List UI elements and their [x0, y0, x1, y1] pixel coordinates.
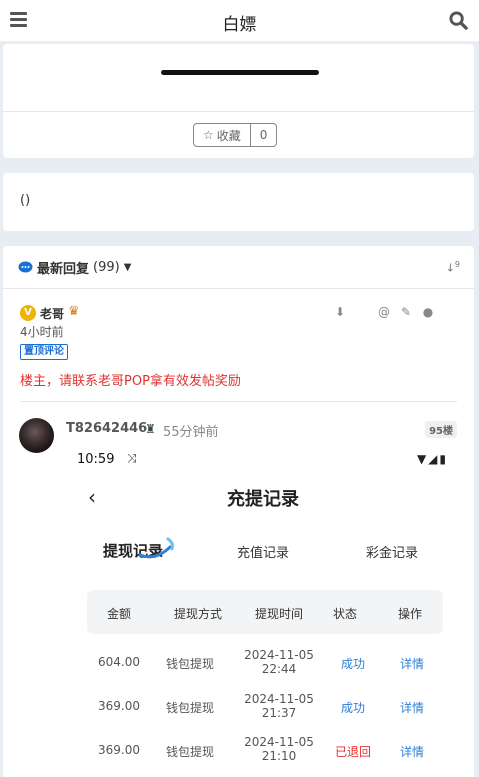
- reply-text: 楼主，请联系老哥POP拿有效发帖奖励: [20, 374, 241, 389]
- row-method: 钱包提现: [166, 745, 215, 759]
- table-row: 604.00 钱包提现 2024-11-05 22:44 成功 详情: [66, 648, 460, 688]
- row-date: 2024-11-05: [244, 648, 314, 662]
- replies-card: 最新回复 (99) ▼ ↓9 V 老哥 ♛ ⬇ @ ✎ ● 4小时前 置顶评论 …: [3, 246, 474, 777]
- row-detail: 详情: [400, 701, 425, 715]
- replies-header[interactable]: 最新回复 (99) ▼: [18, 258, 131, 277]
- status-icons: ▼◢▮: [416, 452, 448, 466]
- table-row: 369.00 钱包提现 2024-11-05 21:37 成功 详情: [66, 692, 460, 732]
- row-method: 钱包提现: [166, 701, 215, 715]
- user-icon[interactable]: ●: [417, 305, 439, 319]
- row-status: 成功: [341, 657, 366, 671]
- row-detail: 详情: [400, 657, 425, 671]
- chevron-down-icon: ▼: [123, 262, 132, 273]
- col-action: 操作: [398, 607, 423, 621]
- row-amount: 604.00: [98, 655, 140, 669]
- col-status: 状态: [333, 607, 358, 621]
- row-detail: 详情: [400, 745, 425, 759]
- replies-count: (99): [93, 260, 120, 275]
- comment-icon: [18, 261, 33, 273]
- row-time: 21:10: [261, 749, 297, 763]
- row-amount: 369.00: [98, 699, 140, 713]
- tab-bonus: 彩金记录: [366, 546, 419, 561]
- search-icon[interactable]: [449, 11, 468, 30]
- col-amount: 金额: [107, 607, 132, 621]
- favorite-label: 收藏: [216, 128, 241, 143]
- shuffle-icon: ⤨: [127, 451, 137, 465]
- table-header: 金额 提现方式 提现时间 状态 操作: [87, 590, 443, 634]
- col-time: 提现时间: [255, 607, 304, 621]
- favorite-label-area[interactable]: ☆ 收藏: [194, 124, 251, 146]
- row-datetime: 2024-11-05 21:10: [244, 735, 314, 763]
- col-method: 提现方式: [174, 607, 223, 621]
- replies-title: 最新回复: [37, 262, 90, 277]
- tab-deposit: 充值记录: [237, 546, 290, 561]
- medal-icon: ♛: [68, 304, 80, 319]
- row-date: 2024-11-05: [244, 735, 314, 749]
- post-content: (): [20, 193, 31, 208]
- reply-username[interactable]: 老哥: [40, 305, 64, 322]
- medal-icon: ♜: [145, 422, 156, 436]
- attached-screenshot[interactable]: 10:59 ⤨ ▼◢▮ ‹ 充提记录 提现记录 充值记录 彩金记录 金额 提现方…: [66, 446, 460, 777]
- row-datetime: 2024-11-05 21:37: [244, 692, 314, 720]
- reply-time: 4小时前: [20, 325, 64, 339]
- tab-indicator: [138, 537, 174, 559]
- floor-badge: 95楼: [425, 421, 457, 438]
- top-bar: 白嫖: [0, 0, 479, 42]
- row-status: 成功: [341, 701, 366, 715]
- row-status: 已退回: [335, 745, 372, 759]
- favorite-button[interactable]: ☆ 收藏 0: [193, 123, 278, 147]
- row-time: 21:37: [261, 706, 297, 720]
- divider: [3, 288, 474, 289]
- row-time: 22:44: [261, 662, 297, 676]
- vip-badge: V: [20, 305, 36, 321]
- row-amount: 369.00: [98, 743, 140, 757]
- divider: [3, 111, 474, 112]
- page-title: 白嫖: [222, 15, 257, 35]
- row-date: 2024-11-05: [244, 692, 314, 706]
- row-method: 钱包提现: [166, 657, 215, 671]
- reply-actions: ⬇ @ ✎ ●: [329, 305, 439, 319]
- row-datetime: 2024-11-05 22:44: [244, 648, 314, 676]
- reply-time: 55分钟前: [163, 425, 219, 440]
- star-icon: ☆: [203, 128, 214, 142]
- favorite-count: 0: [259, 128, 268, 142]
- post-card: ☆ 收藏 0: [3, 44, 474, 158]
- pinned-tag: 置顶评论: [20, 344, 68, 360]
- status-time: 10:59: [77, 452, 115, 467]
- table-row: 369.00 钱包提现 2024-11-05 21:10 已退回 详情: [66, 735, 460, 775]
- mention-icon[interactable]: @: [373, 305, 395, 319]
- divider: [20, 401, 457, 402]
- reply-icon[interactable]: ✎: [395, 305, 417, 319]
- screenshot-title: 充提记录: [227, 489, 299, 510]
- reply-username[interactable]: T82642446: [66, 421, 147, 436]
- divider-bar: [161, 70, 319, 75]
- download-icon[interactable]: ⬇: [329, 305, 351, 319]
- sort-icon[interactable]: ↓9: [446, 260, 460, 274]
- avatar[interactable]: [19, 418, 54, 453]
- content-card: (): [3, 173, 474, 231]
